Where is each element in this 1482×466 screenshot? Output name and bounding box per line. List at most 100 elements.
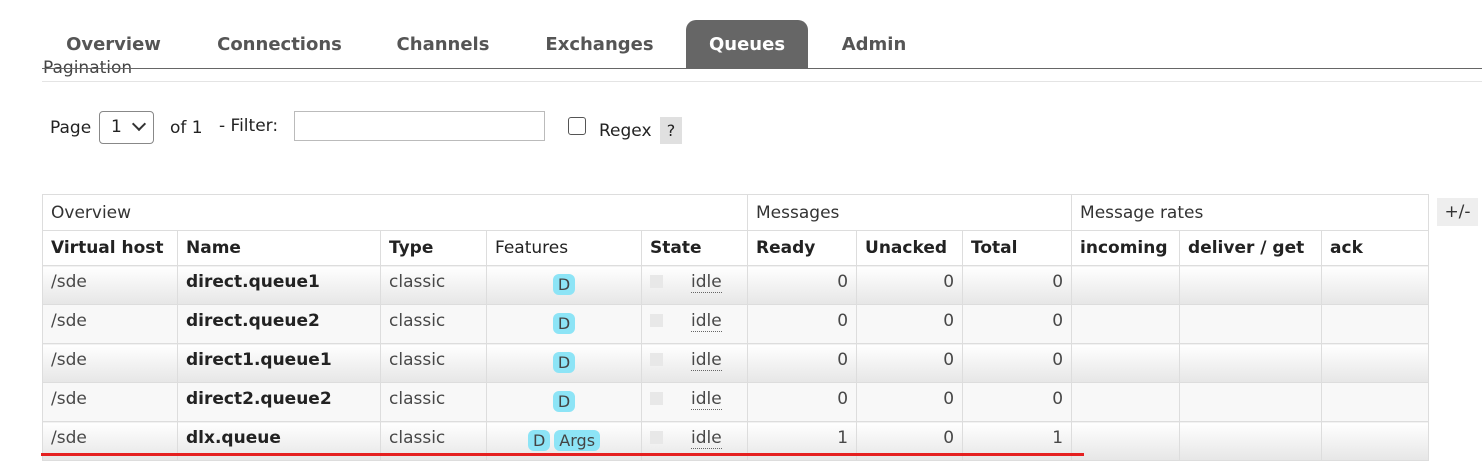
type-cell: classic <box>380 304 487 344</box>
ready-cell: 0 <box>747 382 858 422</box>
state-cell: idle <box>640 382 749 422</box>
ack-cell <box>1321 343 1430 383</box>
unacked-cell: 0 <box>856 382 964 422</box>
ack-cell <box>1321 265 1430 305</box>
table-row: /sde direct.queue2 classic D idle 0 0 0 <box>42 304 1430 344</box>
state-indicator-icon <box>650 275 663 288</box>
features-cell: D <box>486 382 642 422</box>
state-cell: idle <box>640 343 749 383</box>
state-indicator-icon <box>650 392 663 405</box>
state-text: idle <box>691 350 722 371</box>
tab-connections[interactable]: Connections <box>192 20 367 68</box>
col-ack[interactable]: ack <box>1321 230 1430 266</box>
vhost-cell: /sde <box>42 304 178 344</box>
state-text: idle <box>691 311 722 332</box>
col-deliver-get[interactable]: deliver / get <box>1179 230 1323 266</box>
durable-badge: D <box>527 430 551 451</box>
ack-cell <box>1321 382 1430 422</box>
ready-cell: 0 <box>747 343 858 383</box>
table-row: /sde direct1.queue1 classic D idle 0 0 0 <box>42 343 1430 383</box>
page-select-value: 1 <box>111 117 122 137</box>
type-cell: classic <box>380 382 487 422</box>
filter-label: - Filter: <box>219 116 279 136</box>
unacked-cell: 0 <box>856 304 964 344</box>
total-cell: 0 <box>962 304 1073 344</box>
table-row: /sde direct2.queue2 classic D idle 0 0 0 <box>42 382 1430 422</box>
deliver-get-cell <box>1179 421 1323 461</box>
unacked-cell: 0 <box>856 343 964 383</box>
state-text: idle <box>691 428 722 449</box>
incoming-cell <box>1071 421 1181 461</box>
state-indicator-icon <box>650 431 663 444</box>
incoming-cell <box>1071 343 1181 383</box>
group-header-overview: Overview <box>41 194 749 231</box>
chevron-down-icon <box>131 116 147 132</box>
group-header-messages: Messages <box>747 194 1073 231</box>
incoming-cell <box>1071 304 1181 344</box>
state-text: idle <box>691 389 722 410</box>
state-text: idle <box>691 272 722 293</box>
vhost-cell: /sde <box>42 265 178 305</box>
state-indicator-icon <box>650 314 663 327</box>
features-cell: D <box>486 304 642 344</box>
filter-input[interactable] <box>294 111 545 141</box>
deliver-get-cell <box>1179 265 1323 305</box>
ready-cell: 0 <box>747 265 858 305</box>
state-cell: idle <box>640 304 749 344</box>
toggle-columns-button[interactable]: +/- <box>1437 198 1478 226</box>
page-count-label: of 1 <box>170 118 203 138</box>
features-cell: D <box>486 343 642 383</box>
incoming-cell <box>1071 382 1181 422</box>
total-cell: 0 <box>962 382 1073 422</box>
type-cell: classic <box>380 265 487 305</box>
ready-cell: 0 <box>747 304 858 344</box>
regex-help-button[interactable]: ? <box>660 117 682 144</box>
vhost-cell: /sde <box>42 382 178 422</box>
col-incoming[interactable]: incoming <box>1071 230 1181 266</box>
page-select[interactable]: 1 <box>99 111 154 144</box>
col-total[interactable]: Total <box>962 230 1073 266</box>
nav-tabs: Overview Connections Channels Exchanges … <box>42 20 1482 68</box>
group-header-message-rates: Message rates <box>1071 194 1430 231</box>
table-row: /sde direct.queue1 classic D idle 0 0 0 <box>42 265 1430 305</box>
pagination-divider <box>42 81 1482 82</box>
queue-name-link[interactable]: direct.queue2 <box>177 304 381 344</box>
col-unacked[interactable]: Unacked <box>856 230 964 266</box>
tab-queues[interactable]: Queues <box>686 20 808 68</box>
vhost-cell: /sde <box>42 343 178 383</box>
queue-name-link[interactable]: direct2.queue2 <box>177 382 381 422</box>
args-badge: Args <box>554 430 601 451</box>
state-cell: idle <box>640 265 749 305</box>
queue-name-link[interactable]: direct1.queue1 <box>177 343 381 383</box>
queue-name-link[interactable]: direct.queue1 <box>177 265 381 305</box>
col-name[interactable]: Name <box>177 230 381 266</box>
total-cell: 0 <box>962 343 1073 383</box>
durable-badge: D <box>552 313 576 334</box>
tab-admin[interactable]: Admin <box>824 20 924 68</box>
annotation-underline <box>41 453 1084 456</box>
page-label: Page <box>50 118 92 138</box>
deliver-get-cell <box>1179 382 1323 422</box>
durable-badge: D <box>552 391 576 412</box>
state-indicator-icon <box>650 353 663 366</box>
unacked-cell: 0 <box>856 265 964 305</box>
incoming-cell <box>1071 265 1181 305</box>
regex-label: Regex <box>599 121 652 141</box>
durable-badge: D <box>552 274 576 295</box>
deliver-get-cell <box>1179 304 1323 344</box>
col-ready[interactable]: Ready <box>747 230 858 266</box>
ack-cell <box>1321 304 1430 344</box>
col-features: Features <box>486 230 642 266</box>
regex-checkbox[interactable] <box>568 117 586 135</box>
type-cell: classic <box>380 343 487 383</box>
total-cell: 0 <box>962 265 1073 305</box>
col-type[interactable]: Type <box>380 230 487 266</box>
durable-badge: D <box>552 352 576 373</box>
ack-cell <box>1321 421 1430 461</box>
queues-table: Overview Messages Message rates Virtual … <box>41 194 1430 461</box>
col-virtual-host[interactable]: Virtual host <box>42 230 178 266</box>
features-cell: D <box>486 265 642 305</box>
tab-exchanges[interactable]: Exchanges <box>528 20 671 68</box>
col-state[interactable]: State <box>640 230 749 266</box>
tab-channels[interactable]: Channels <box>374 20 512 68</box>
